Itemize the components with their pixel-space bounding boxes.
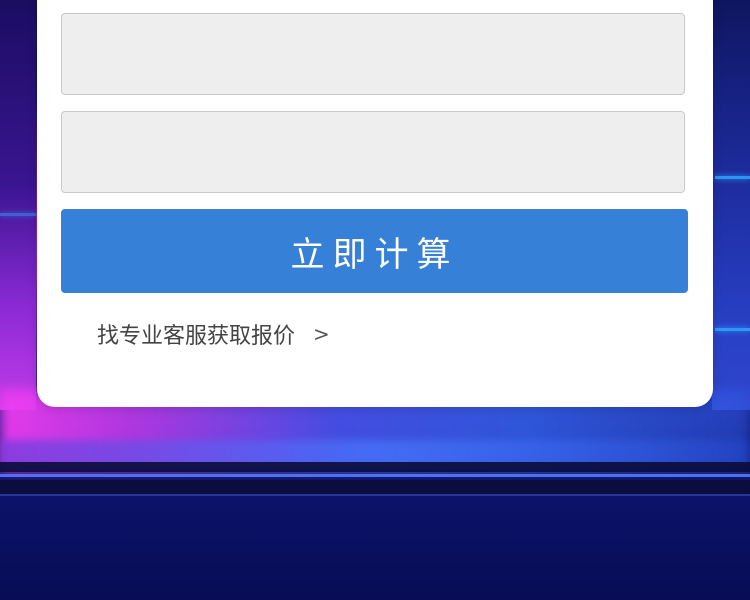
quote-form-card: 立即计算 找专业客服获取报价 > [37, 0, 713, 407]
get-quote-link[interactable]: 找专业客服获取报价 > [97, 318, 330, 350]
background-neon-line [715, 328, 750, 331]
background-stripe [0, 462, 750, 472]
form-input-1[interactable] [61, 13, 685, 95]
background-neon-line [715, 176, 750, 179]
background-stripe [0, 494, 750, 496]
background-neon-line [0, 213, 36, 216]
background-left-glow [0, 0, 36, 410]
background-stripe [0, 474, 750, 477]
form-input-2[interactable] [61, 111, 685, 193]
get-quote-link-label: 找专业客服获取报价 [97, 324, 296, 349]
background-stripe [0, 480, 750, 494]
chevron-right-icon: > [313, 322, 330, 346]
calculate-now-button[interactable]: 立即计算 [61, 209, 688, 293]
background-right-glow [712, 0, 750, 410]
